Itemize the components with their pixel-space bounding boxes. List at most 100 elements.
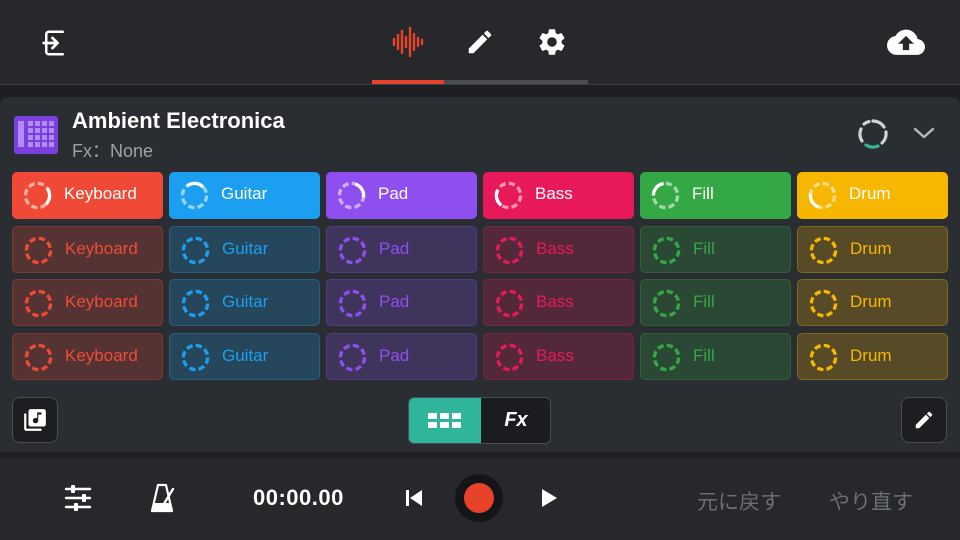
pad-pad[interactable]: Pad [326, 225, 477, 273]
pad-keyboard[interactable]: Keyboard [12, 225, 163, 273]
tab-waveform[interactable] [388, 22, 430, 62]
fx-view-option[interactable]: Fx [481, 398, 550, 443]
active-tab-indicator [372, 80, 444, 84]
pad-label: Bass [536, 292, 574, 311]
pad-ring-icon [652, 289, 681, 318]
pad-drum[interactable]: Drum [797, 332, 948, 380]
pad-bass[interactable]: Bass [483, 225, 634, 273]
pad-label: Keyboard [64, 184, 137, 203]
tab-edit[interactable] [462, 24, 498, 60]
pad-keyboard[interactable]: Keyboard [12, 332, 163, 380]
pad-label: Drum [850, 292, 892, 311]
pad-ring-icon [181, 289, 210, 318]
pad-ring-icon [180, 181, 209, 210]
pad-label: Drum [850, 238, 892, 258]
pad-guitar[interactable]: Guitar [169, 279, 320, 326]
pencil-icon [468, 30, 492, 54]
waveform-icon [392, 26, 424, 58]
pad-bass[interactable]: Bass [483, 279, 634, 326]
pad-ring-icon [338, 289, 367, 318]
pad-label: Drum [850, 345, 892, 365]
pad-label: Bass [535, 184, 573, 203]
pad-label: Keyboard [65, 238, 138, 258]
pad-ring-icon [24, 236, 53, 264]
pad-label: Guitar [222, 292, 269, 311]
pad-label: Bass [536, 238, 574, 258]
pad-ring-icon [24, 343, 53, 371]
pad-drum[interactable]: Drum [797, 172, 948, 219]
pad-label: Pad [379, 238, 410, 258]
pad-ring-icon [495, 289, 524, 318]
pad-guitar[interactable]: Guitar [169, 172, 320, 219]
pad-label: Guitar [222, 238, 269, 258]
chevron-down-icon[interactable] [908, 118, 940, 148]
pad-label: Pad [379, 345, 410, 365]
pad-label: Pad [379, 292, 410, 311]
pad-fill[interactable]: Fill [640, 225, 791, 273]
pad-pad[interactable]: Pad [326, 172, 477, 219]
pad-ring-icon [338, 343, 367, 371]
pad-pad[interactable]: Pad [326, 332, 477, 380]
library-button[interactable] [12, 397, 58, 443]
pad-ring-icon [181, 343, 210, 371]
pad-ring-icon [651, 181, 680, 210]
pad-label: Keyboard [65, 345, 138, 365]
pad-pad[interactable]: Pad [326, 279, 477, 326]
pad-label: Pad [378, 184, 409, 203]
kit-fx-label: Fx：None [72, 141, 154, 161]
pad-ring-icon [808, 181, 837, 210]
pad-guitar[interactable]: Guitar [169, 225, 320, 273]
top-bar-divider [0, 84, 960, 85]
pad-bass[interactable]: Bass [483, 332, 634, 380]
pad-label: Guitar [222, 345, 269, 365]
pad-ring-icon [494, 181, 523, 210]
pad-ring-icon [337, 181, 366, 210]
mixer-icon[interactable] [60, 480, 96, 516]
pad-ring-icon [809, 236, 838, 264]
pad-label: Fill [693, 292, 715, 311]
grid-view-option[interactable] [409, 398, 481, 443]
metronome-icon[interactable] [145, 480, 181, 516]
tab-settings[interactable] [534, 24, 570, 60]
pencil-icon [915, 411, 933, 429]
pad-ring-icon [809, 343, 838, 371]
pad-label: Fill [692, 184, 714, 203]
play-icon[interactable] [532, 482, 564, 514]
skip-to-start-icon[interactable] [398, 482, 430, 514]
pad-ring-icon [181, 236, 210, 264]
pad-label: Bass [536, 345, 574, 365]
pad-fill[interactable]: Fill [640, 279, 791, 326]
pad-guitar[interactable]: Guitar [169, 332, 320, 380]
gear-icon [539, 29, 565, 55]
pad-label: Guitar [221, 184, 268, 203]
undo-button[interactable]: 元に戻す [697, 486, 781, 516]
grid-view-icon [428, 412, 461, 428]
pad-bass[interactable]: Bass [483, 172, 634, 219]
pad-drum[interactable]: Drum [797, 225, 948, 273]
record-icon [464, 483, 494, 513]
pad-drum[interactable]: Drum [797, 279, 948, 326]
kit-grid-icon[interactable] [14, 116, 58, 154]
cloud-upload-icon[interactable] [884, 24, 928, 62]
pad-keyboard[interactable]: Keyboard [12, 279, 163, 326]
pad-keyboard[interactable]: Keyboard [12, 172, 163, 219]
redo-button[interactable]: やり直す [829, 486, 913, 516]
pad-ring-icon [652, 343, 681, 371]
record-button[interactable] [455, 474, 503, 522]
kit-title: Ambient Electronica [72, 108, 285, 133]
view-toggle: Fx [408, 397, 551, 444]
time-display: 00:00.00 [253, 485, 344, 510]
music-library-icon [24, 409, 46, 431]
pad-ring-icon [495, 236, 524, 264]
pad-label: Drum [849, 184, 891, 203]
edit-kit-button[interactable] [901, 397, 947, 443]
pad-fill[interactable]: Fill [640, 172, 791, 219]
pad-ring-icon [24, 289, 53, 318]
pad-ring-icon [809, 289, 838, 318]
pad-ring-icon [652, 236, 681, 264]
exit-icon[interactable] [36, 24, 74, 62]
pad-fill[interactable]: Fill [640, 332, 791, 380]
pad-ring-icon [495, 343, 524, 371]
tab-indicator-track [444, 80, 588, 84]
pad-label: Fill [693, 345, 715, 365]
